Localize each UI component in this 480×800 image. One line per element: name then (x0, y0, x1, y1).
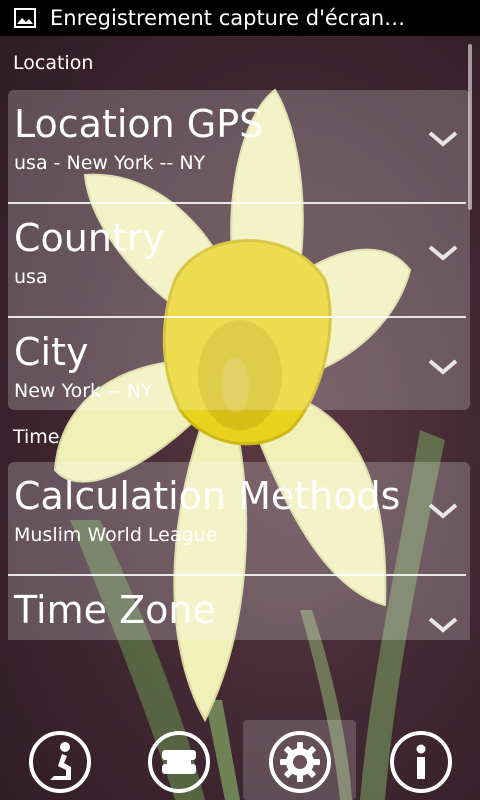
settings-list[interactable]: Location Location GPS usa - New York -- … (0, 36, 480, 640)
chevron-down-icon (428, 617, 458, 633)
setting-time-zone[interactable]: Time Zone (8, 576, 470, 640)
nav-prayer-button[interactable] (15, 720, 105, 800)
setting-city[interactable]: City New York -- NY (8, 318, 470, 410)
location-card: Location GPS usa - New York -- NY Countr… (8, 90, 470, 410)
setting-location-gps[interactable]: Location GPS usa - New York -- NY (8, 90, 470, 204)
section-title-time: Time (13, 426, 60, 448)
setting-country[interactable]: Country usa (8, 204, 470, 318)
prayer-icon (29, 731, 91, 793)
setting-title: City (14, 330, 89, 374)
scrollbar[interactable] (468, 44, 472, 210)
chevron-down-icon (428, 503, 458, 519)
bottom-navigation (0, 720, 480, 800)
image-icon (14, 8, 36, 28)
setting-calculation-methods[interactable]: Calculation Methods Muslim World League (8, 462, 470, 576)
time-card: Calculation Methods Muslim World League … (8, 462, 470, 640)
status-bar-title: Enregistrement capture d'écran… (50, 6, 406, 30)
setting-subtitle: Muslim World League (14, 524, 218, 546)
setting-subtitle: usa - New York -- NY (14, 152, 206, 174)
info-icon (390, 731, 452, 793)
nav-settings-button[interactable] (243, 720, 356, 800)
setting-subtitle: New York -- NY (14, 380, 153, 402)
chevron-down-icon (428, 245, 458, 261)
setting-subtitle: usa (14, 266, 48, 288)
gear-icon (268, 731, 331, 793)
chevron-down-icon (428, 131, 458, 147)
setting-title: Time Zone (14, 588, 216, 632)
setting-title: Country (14, 216, 165, 260)
status-bar: Enregistrement capture d'écran… (0, 0, 480, 36)
book-icon (148, 731, 210, 793)
section-title-location: Location (13, 52, 94, 74)
setting-title: Calculation Methods (14, 474, 401, 518)
setting-title: Location GPS (14, 102, 264, 146)
chevron-down-icon (428, 359, 458, 375)
nav-book-button[interactable] (134, 720, 224, 800)
nav-info-button[interactable] (376, 720, 466, 800)
